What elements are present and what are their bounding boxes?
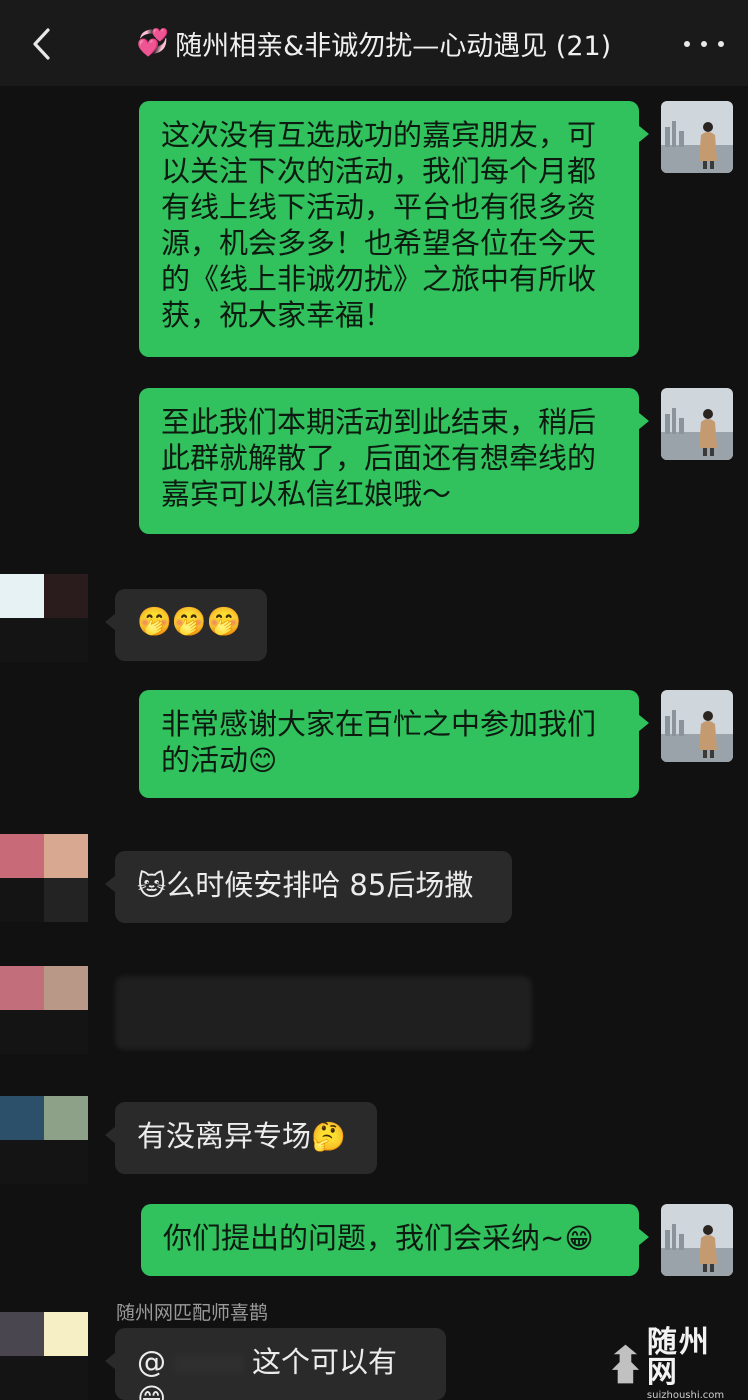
avatar-pixel	[0, 1356, 44, 1400]
avatar-pixel	[0, 878, 44, 922]
back-button[interactable]	[22, 22, 62, 66]
avatar-pixel	[44, 1096, 88, 1140]
chat-header: 💞 随州相亲&非诚勿扰—心动遇见 (21)	[0, 0, 748, 86]
avatar-photo-icon	[661, 101, 733, 173]
avatar-pixel	[0, 834, 44, 878]
avatar-pixel	[0, 966, 44, 1010]
self-avatar[interactable]	[661, 1204, 733, 1276]
mention-at: @	[137, 1345, 166, 1379]
avatar-pixel	[44, 834, 88, 878]
message-bubble-incoming[interactable]: @ 这个可以有 😁	[105, 1328, 446, 1400]
message-text: 这次没有互选成功的嘉宾朋友，可以关注下次的活动，我们每个月都有线上线下活动，平台…	[161, 118, 597, 332]
avatar-pixel	[0, 1010, 44, 1054]
member-avatar[interactable]	[0, 1312, 88, 1400]
avatar-pixel	[0, 1312, 44, 1356]
grin-emoji-icon: 😁	[137, 1382, 167, 1400]
avatar-pixel	[44, 1312, 88, 1356]
message-bubble-outgoing[interactable]: 你们提出的问题，我们会采纳~😁	[141, 1204, 649, 1276]
grin-emoji-icon: 😁	[564, 1222, 594, 1255]
thinking-emoji-icon: 🤔	[311, 1120, 346, 1153]
avatar-pixel	[44, 1140, 88, 1184]
watermark-sub: suizhoushi.com	[646, 1389, 725, 1400]
member-avatar[interactable]	[0, 834, 88, 922]
avatar-photo-icon	[661, 388, 733, 460]
message-text: 你们提出的问题，我们会采纳~	[163, 1221, 565, 1255]
message-text: 有没离异专场	[137, 1119, 312, 1153]
message-text: 么时候安排哈 85后场撒	[166, 868, 474, 902]
message-bubble-outgoing[interactable]: 非常感谢大家在百忙之中参加我们的活动😊	[139, 690, 649, 798]
member-avatar[interactable]	[0, 1096, 88, 1184]
chat-message-list[interactable]: 这次没有互选成功的嘉宾朋友，可以关注下次的活动，我们每个月都有线上线下活动，平台…	[0, 86, 748, 1400]
message-bubble-incoming[interactable]: 🤭🤭🤭	[105, 589, 267, 661]
obscured-message	[115, 976, 532, 1050]
chevron-left-icon	[33, 28, 50, 60]
self-avatar[interactable]	[661, 388, 733, 460]
more-dot-icon	[718, 41, 724, 47]
avatar-pixel	[0, 574, 44, 618]
blurred-mention	[174, 1354, 244, 1374]
more-dot-icon	[701, 41, 707, 47]
message-bubble-outgoing[interactable]: 至此我们本期活动到此结束，稍后此群就解散了，后面还有想牵线的嘉宾可以私信红娘哦～	[139, 388, 649, 534]
self-avatar[interactable]	[661, 690, 733, 762]
member-avatar[interactable]	[0, 966, 88, 1054]
self-avatar[interactable]	[661, 101, 733, 173]
message-text: 非常感谢大家在百忙之中参加我们的活动	[161, 707, 597, 777]
message-text: 这个可以有	[252, 1345, 398, 1379]
message-bubble-outgoing[interactable]: 这次没有互选成功的嘉宾朋友，可以关注下次的活动，我们每个月都有线上线下活动，平台…	[139, 101, 649, 357]
sender-name: 随州网匹配师喜鹊	[116, 1302, 269, 1324]
avatar-pixel	[0, 1096, 44, 1140]
message-bubble-incoming[interactable]: 有没离异专场🤔	[105, 1102, 377, 1174]
more-options-button[interactable]	[684, 30, 724, 58]
site-watermark: 随州网 suizhoushi.com	[608, 1327, 740, 1400]
message-bubble-incoming[interactable]: 🐱么时候安排哈 85后场撒	[105, 851, 512, 923]
smirk-emoji-icon: 🤭🤭🤭	[137, 605, 242, 638]
avatar-pixel	[44, 1356, 88, 1400]
avatar-photo-icon	[661, 1204, 733, 1276]
avatar-pixel	[44, 574, 88, 618]
message-text: 至此我们本期活动到此结束，稍后此群就解散了，后面还有想牵线的嘉宾可以私信红娘哦～	[161, 405, 597, 511]
cat-emoji-icon: 🐱	[137, 869, 167, 902]
watermark-main: 随州网	[646, 1324, 711, 1390]
avatar-pixel	[44, 966, 88, 1010]
group-title-text: 随州相亲&非诚勿扰—心动遇见 (21)	[175, 30, 612, 62]
member-avatar[interactable]	[0, 574, 88, 662]
avatar-pixel	[0, 1140, 44, 1184]
watermark-text: 随州网 suizhoushi.com	[646, 1324, 740, 1400]
avatar-pixel	[44, 1010, 88, 1054]
hearts-icon: 💞	[136, 28, 170, 58]
avatar-photo-icon	[661, 690, 733, 762]
avatar-pixel	[44, 878, 88, 922]
avatar-pixel	[44, 618, 88, 662]
pagoda-logo-icon	[611, 1344, 640, 1384]
more-dot-icon	[684, 41, 690, 47]
avatar-pixel	[0, 618, 44, 662]
smile-emoji-icon: 😊	[248, 744, 278, 777]
group-title: 💞 随州相亲&非诚勿扰—心动遇见 (21)	[137, 24, 611, 63]
